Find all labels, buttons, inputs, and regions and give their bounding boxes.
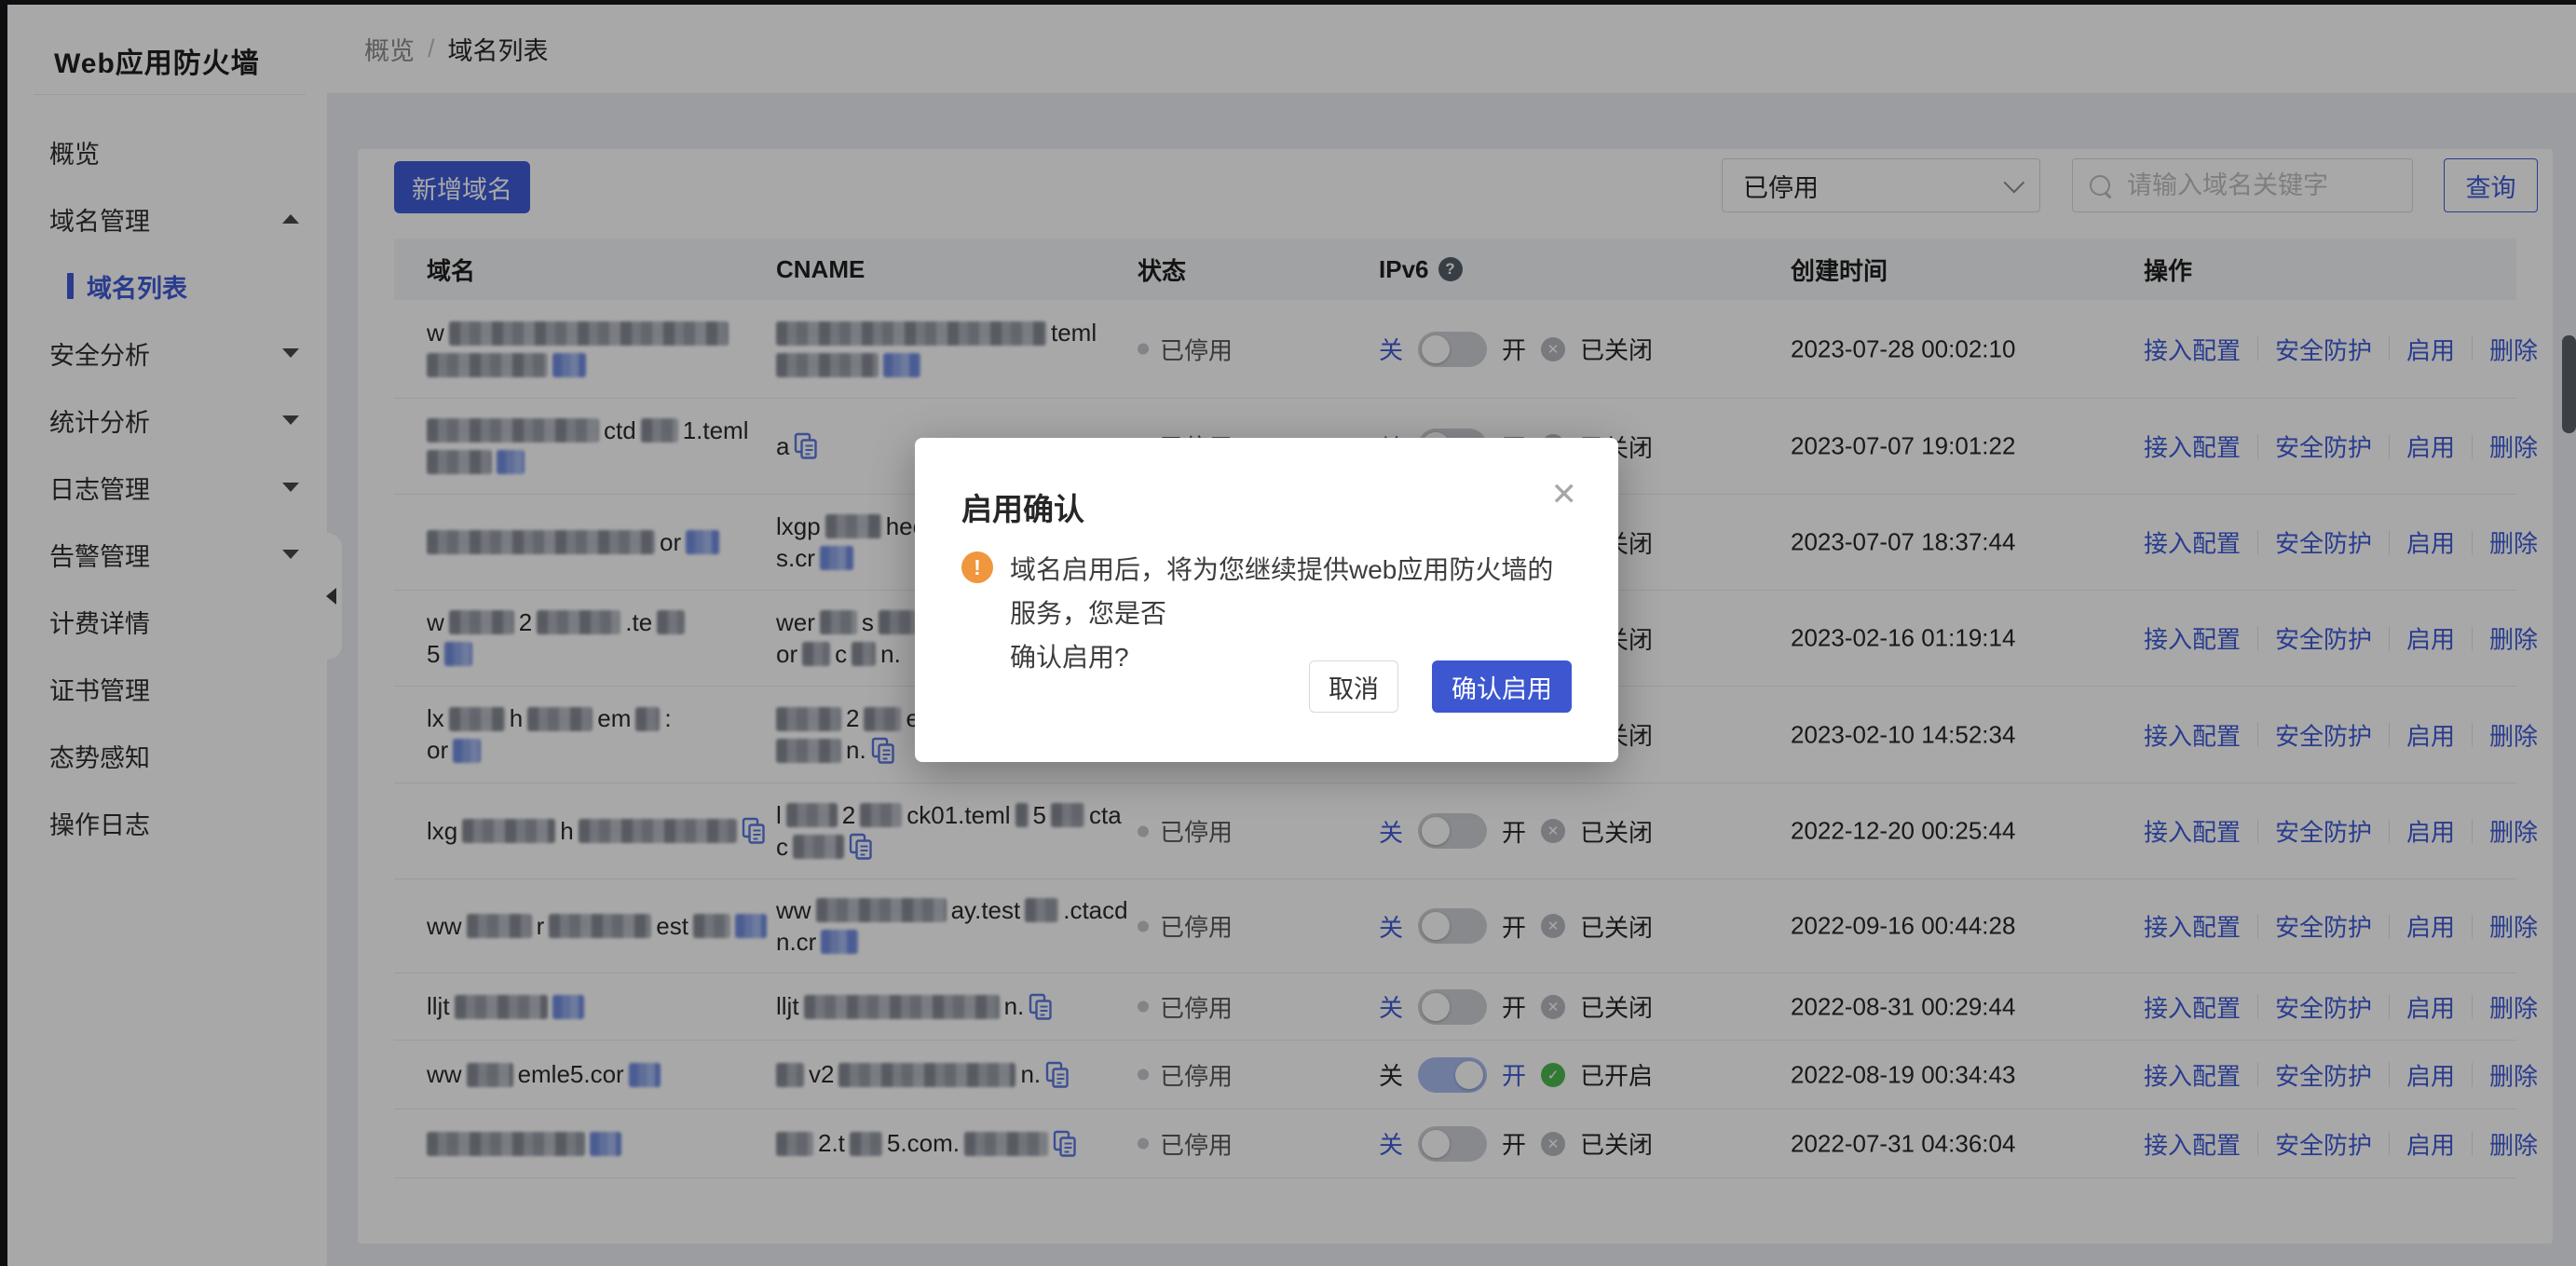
dialog-buttons: 取消 确认启用 bbox=[1309, 660, 1572, 713]
warning-icon: ! bbox=[961, 551, 993, 583]
dialog-message-line1: 域名启用后，将为您继续提供web应用防火墙的服务，您是否 bbox=[1010, 548, 1569, 635]
scrollbar-thumb[interactable] bbox=[2562, 335, 2576, 433]
dialog-title: 启用确认 bbox=[961, 484, 1084, 529]
confirm-enable-button[interactable]: 确认启用 bbox=[1432, 660, 1572, 713]
cancel-button[interactable]: 取消 bbox=[1309, 660, 1398, 713]
enable-confirm-dialog: 启用确认 ✕ ! 域名启用后，将为您继续提供web应用防火墙的服务，您是否 确认… bbox=[915, 438, 1618, 762]
close-icon[interactable]: ✕ bbox=[1551, 479, 1578, 510]
dialog-message: 域名启用后，将为您继续提供web应用防火墙的服务，您是否 确认启用? bbox=[1010, 548, 1569, 679]
app-root: Web应用防火墙 概览域名管理域名列表安全分析统计分析日志管理告警管理计费详情证… bbox=[0, 0, 2576, 1266]
